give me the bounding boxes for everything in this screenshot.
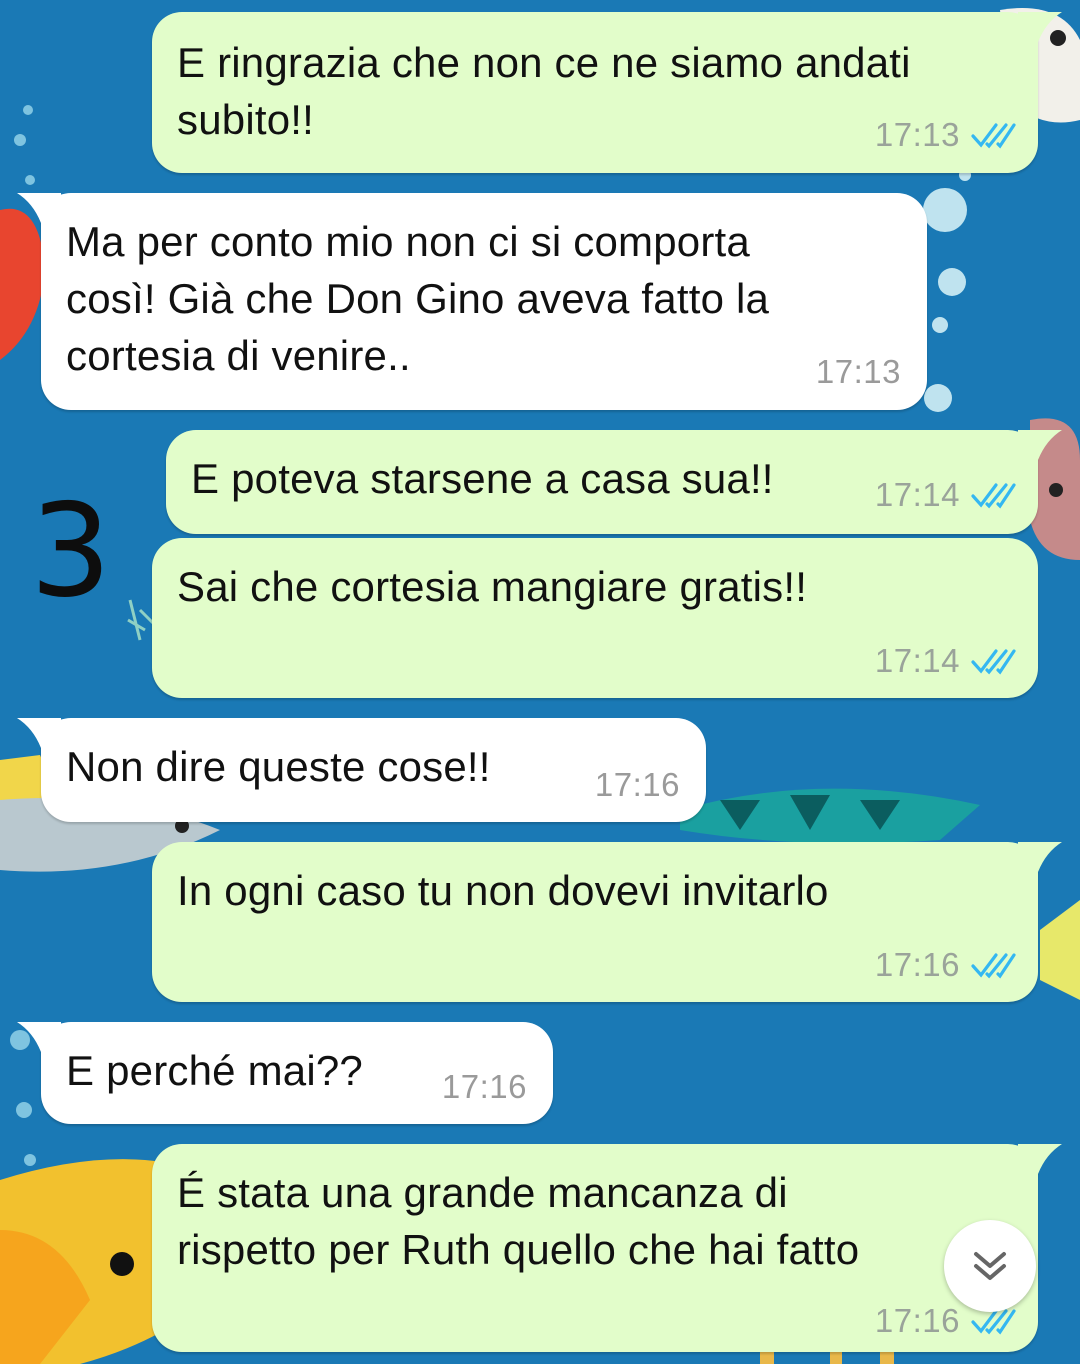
message-text: In ogni caso tu non dovevi invitarlo xyxy=(177,867,829,914)
chevron-double-down-icon xyxy=(974,1252,1006,1280)
bubble-tail xyxy=(1018,12,1062,42)
message-time: 17:16 xyxy=(441,1068,527,1105)
handwritten-annotation: 3 xyxy=(30,477,112,626)
message-text: Sai che cortesia mangiare gratis!! xyxy=(177,563,808,610)
bubble-tail xyxy=(17,718,61,748)
message-time: 17:16 xyxy=(874,946,960,983)
message-time: 17:16 xyxy=(594,766,680,803)
double-check-icon xyxy=(971,953,1016,979)
message-text: É stata una grande mancanza di rispetto … xyxy=(177,1169,860,1273)
message-time: 17:14 xyxy=(874,476,960,513)
message-time: 17:14 xyxy=(874,642,960,679)
message-text: Non dire queste cose!! xyxy=(66,743,491,790)
scroll-to-bottom-button[interactable] xyxy=(944,1220,1036,1312)
message-bubble-incoming[interactable]: Ma per conto mio non ci si comporta così… xyxy=(17,193,927,410)
message-bubble-incoming[interactable]: Non dire queste cose!! 17:16 xyxy=(17,718,706,822)
bubble-tail xyxy=(17,1022,61,1052)
double-check-icon xyxy=(971,649,1016,675)
bubble-tail xyxy=(1018,1144,1062,1174)
bubble-tail xyxy=(1018,842,1062,872)
message-time: 17:13 xyxy=(874,116,960,153)
double-check-icon xyxy=(971,483,1016,509)
bubble-tail xyxy=(1018,430,1062,460)
bubble-tail xyxy=(17,193,61,223)
message-text: Ma per conto mio non ci si comporta così… xyxy=(66,218,770,379)
message-bubble-incoming[interactable]: E perché mai?? 17:16 xyxy=(17,1022,553,1124)
message-bubble-outgoing[interactable]: In ogni caso tu non dovevi invitarlo 17:… xyxy=(152,842,1062,1002)
message-text: E ringrazia che non ce ne siamo andati s… xyxy=(177,39,911,143)
message-bubble-outgoing[interactable]: E ringrazia che non ce ne siamo andati s… xyxy=(152,12,1062,173)
message-bubble-outgoing[interactable]: E poteva starsene a casa sua!! 17:14 xyxy=(166,430,1062,534)
message-time: 17:13 xyxy=(815,353,901,390)
message-bubble-outgoing[interactable]: É stata una grande mancanza di rispetto … xyxy=(152,1144,1062,1352)
message-text: E poteva starsene a casa sua!! xyxy=(191,455,774,502)
message-text: E perché mai?? xyxy=(66,1047,363,1094)
double-check-icon xyxy=(971,123,1016,149)
message-time: 17:16 xyxy=(874,1302,960,1339)
message-bubble-outgoing[interactable]: Sai che cortesia mangiare gratis!! 17:14 xyxy=(152,538,1038,698)
